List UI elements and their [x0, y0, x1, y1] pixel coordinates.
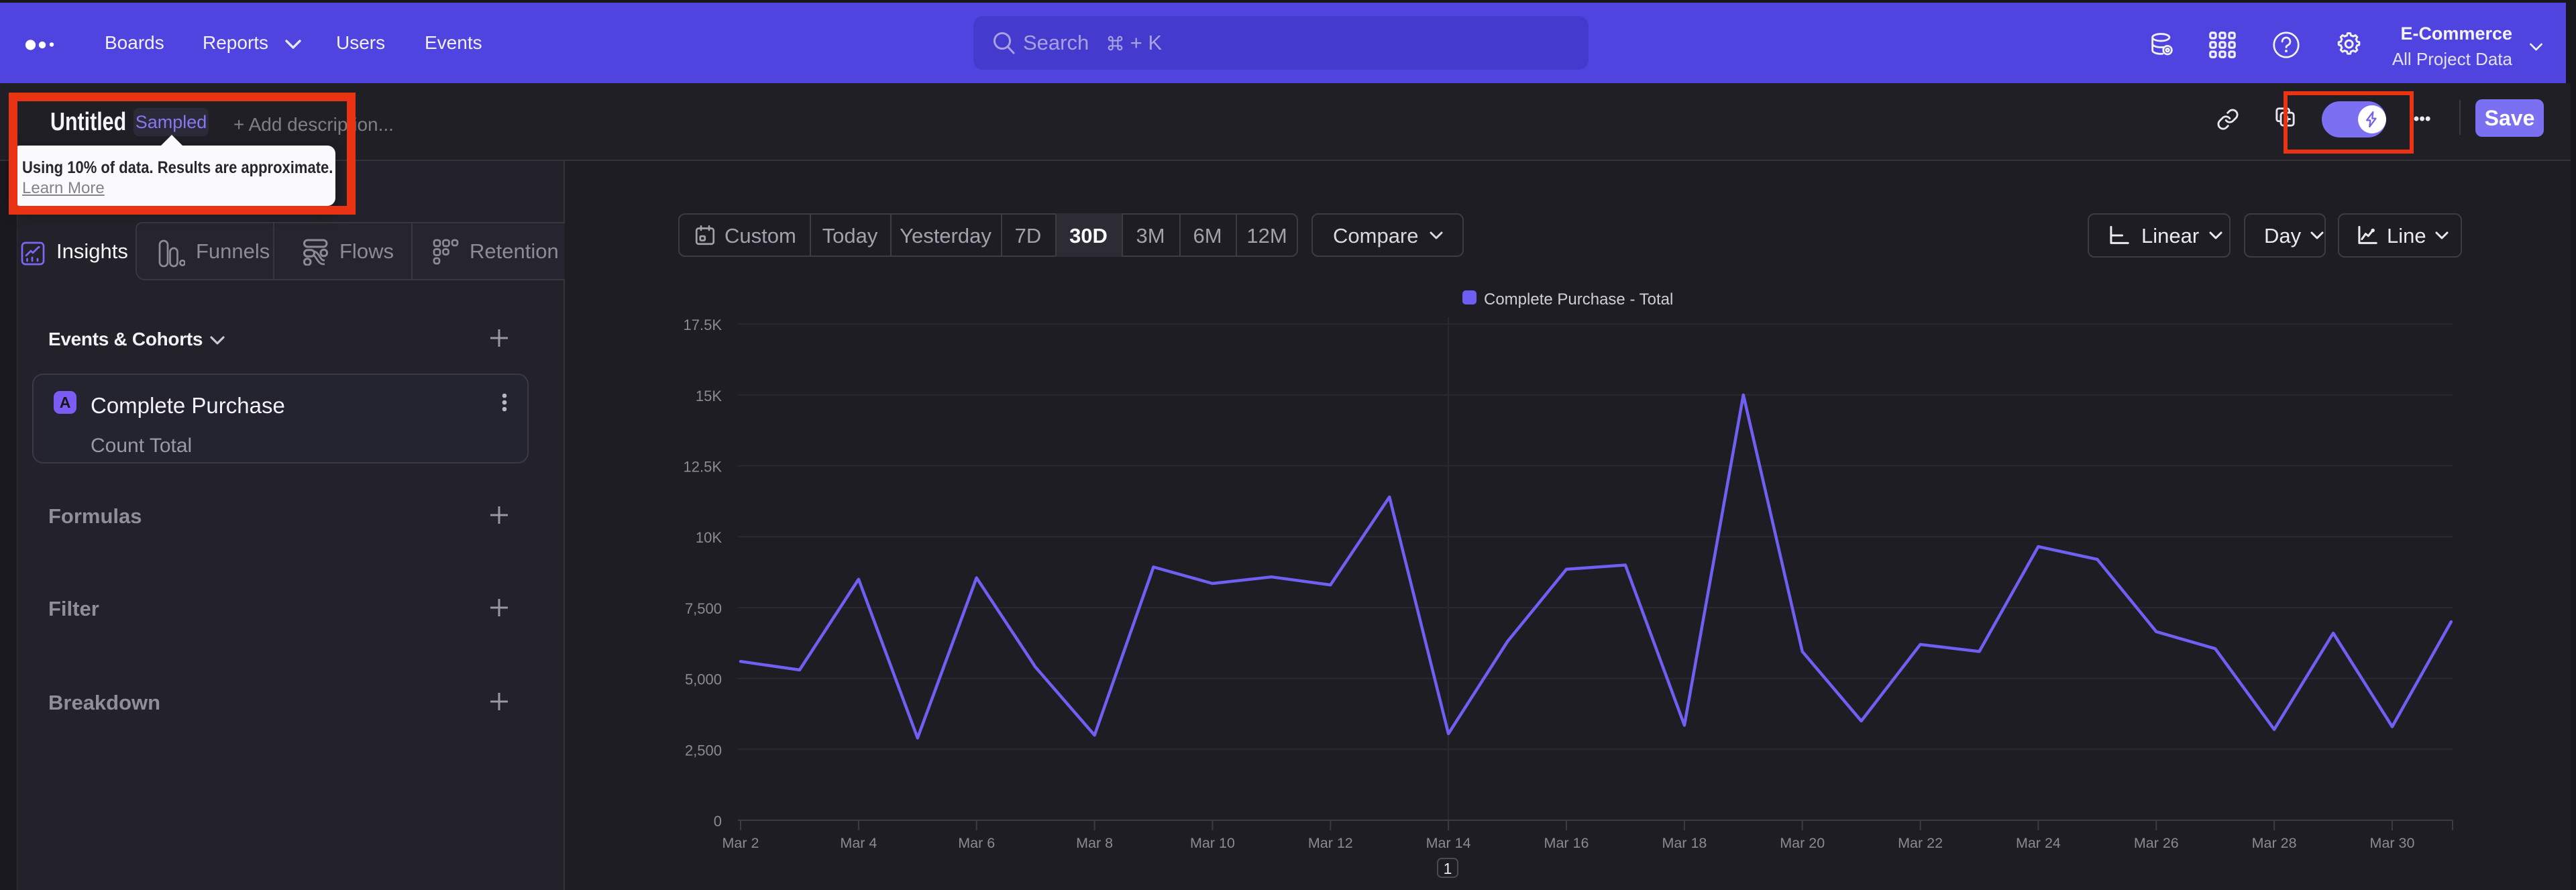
svg-text:7,500: 7,500	[685, 600, 722, 617]
svg-text:Mar 6: Mar 6	[958, 835, 995, 851]
svg-text:Mar 22: Mar 22	[1898, 835, 1943, 851]
svg-text:Mar 28: Mar 28	[2252, 835, 2297, 851]
svg-text:Mar 16: Mar 16	[1544, 835, 1589, 851]
svg-text:Mar 20: Mar 20	[1780, 835, 1825, 851]
svg-text:5,000: 5,000	[685, 671, 722, 688]
svg-text:10K: 10K	[696, 529, 722, 546]
svg-text:Mar 10: Mar 10	[1190, 835, 1235, 851]
svg-text:12.5K: 12.5K	[684, 459, 722, 476]
svg-text:17.5K: 17.5K	[684, 317, 722, 333]
svg-text:Mar 26: Mar 26	[2134, 835, 2179, 851]
svg-text:Mar 8: Mar 8	[1076, 835, 1113, 851]
svg-text:15K: 15K	[696, 388, 722, 404]
svg-text:Mar 12: Mar 12	[1308, 835, 1353, 851]
svg-text:Mar 24: Mar 24	[2016, 835, 2061, 851]
svg-text:Mar 2: Mar 2	[722, 835, 759, 851]
svg-text:Mar 4: Mar 4	[840, 835, 877, 851]
svg-text:0: 0	[714, 813, 722, 830]
svg-text:2,500: 2,500	[685, 742, 722, 759]
svg-text:Mar 30: Mar 30	[2370, 835, 2415, 851]
svg-text:Mar 14: Mar 14	[1426, 835, 1471, 851]
svg-text:Mar 18: Mar 18	[1662, 835, 1707, 851]
